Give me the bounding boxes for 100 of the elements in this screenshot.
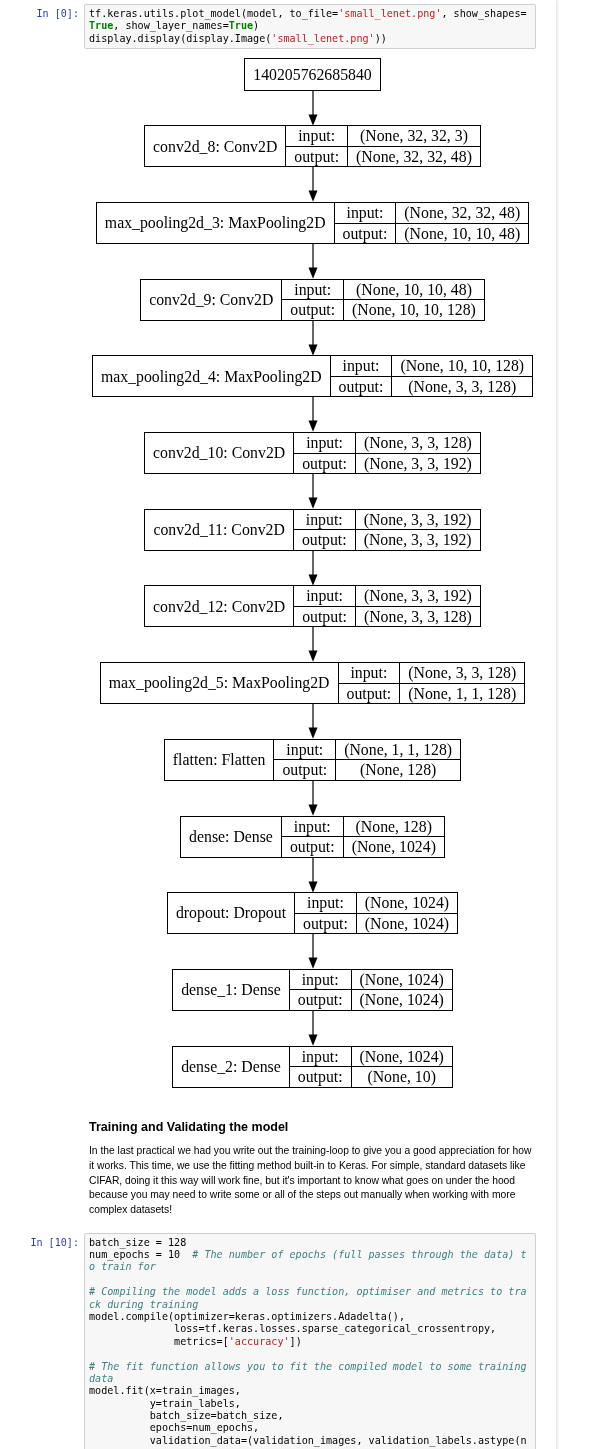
layer-name: dropout: Dropout xyxy=(167,892,295,934)
shape-value: (None, 128) xyxy=(343,816,445,837)
port-label: input: xyxy=(289,1046,352,1067)
port-label: input: xyxy=(293,586,356,607)
shape-value: (None, 10, 10, 48) xyxy=(343,279,485,300)
port-label: output: xyxy=(281,299,344,321)
layer-name: conv2d_8: Conv2D xyxy=(144,125,286,167)
cell-prompt: In [0]: xyxy=(36,7,80,21)
layer-name: conv2d_11: Conv2D xyxy=(144,509,294,551)
port-label: input: xyxy=(281,816,344,837)
code-line: batch_size=batch_size, xyxy=(149,1410,284,1422)
code-line: model.compile(optimizer=keras.optimizers.Adadelta(), xyxy=(89,1310,405,1322)
arrow xyxy=(307,627,318,663)
arrow xyxy=(307,704,318,739)
port-label: output: xyxy=(285,146,348,167)
code-line: tf.keras.utils.plot_model(model, to_file='small_lenet.png', show_shapes= xyxy=(89,8,527,19)
shape-value: (None, 1024) xyxy=(356,892,458,914)
cell-prompt: In [10]: xyxy=(30,1235,80,1250)
layer-name: dense: Dense xyxy=(180,816,282,858)
layer-name: max_pooling2d_3: MaxPooling2D xyxy=(96,202,335,244)
shape-value: (None, 1024) xyxy=(351,989,453,1011)
arrow xyxy=(307,1010,318,1046)
arrow xyxy=(307,167,318,203)
layer-name: conv2d_10: Conv2D xyxy=(144,432,294,474)
shape-value: (None, 3, 3, 128) xyxy=(399,662,525,684)
shape-value: (None, 10, 10, 128) xyxy=(343,299,485,321)
port-label: output: xyxy=(293,453,356,474)
port-label: input: xyxy=(273,739,336,760)
arrow xyxy=(307,550,318,586)
code-line: display.display(display.Image('small_lenet.png')) xyxy=(89,32,387,44)
port-label: output: xyxy=(330,376,392,397)
port-label: output: xyxy=(281,836,344,858)
shape-value: (None, 3, 3, 192) xyxy=(355,586,481,607)
code-line: True, show_layer_names=True) xyxy=(89,20,260,32)
section-heading: Training and Validating the model xyxy=(89,1118,290,1135)
arrow xyxy=(307,780,318,816)
code-line: metrics=['accuracy']) xyxy=(174,1335,302,1347)
port-label: output: xyxy=(293,606,356,627)
shape-value: (None, 32, 32, 48) xyxy=(347,146,481,167)
port-label: input: xyxy=(289,969,352,990)
shape-value: (None, 3, 3, 192) xyxy=(355,509,481,530)
shape-value: (None, 1024) xyxy=(351,1046,453,1067)
shape-value: (None, 1, 1, 128) xyxy=(399,683,525,704)
arrow xyxy=(307,397,318,433)
port-label: output: xyxy=(289,1066,352,1088)
port-label: output: xyxy=(294,913,357,934)
code-line: num_epochs = 10 # The number of epochs (full passes through the data) t xyxy=(89,1249,527,1260)
port-label: input: xyxy=(293,509,356,530)
code-line: batch_size = 128 xyxy=(89,1236,187,1248)
port-label: output: xyxy=(289,989,352,1011)
shape-value: (None, 1024) xyxy=(356,913,458,934)
code-line: data xyxy=(89,1372,114,1384)
shape-value: (None, 32, 32, 3) xyxy=(347,125,481,147)
shape-value: (None, 10, 10, 128) xyxy=(391,355,533,377)
port-label: output: xyxy=(338,683,400,704)
paragraph: In the last practical we had you write out the training-loop to give you a good appreciation for how it works. This time, we use the fitting method built-in to Keras. For simple, standard datasets like CIFAR, doing it this way will work fine, but it's important to know what goes on under the hood because you may need to write some or all of the steps out manually when working with more complex datasets! xyxy=(89,1144,533,1217)
shape-value: (None, 32, 32, 48) xyxy=(395,202,529,224)
shape-value: (None, 3, 3, 128) xyxy=(355,606,481,627)
arrow xyxy=(307,474,318,509)
arrow xyxy=(307,244,318,279)
port-label: input: xyxy=(285,125,348,147)
code-editor[interactable] xyxy=(84,1232,536,1449)
layer-name: max_pooling2d_5: MaxPooling2D xyxy=(100,662,338,704)
layer-name: dense_2: Dense xyxy=(172,1046,290,1088)
port-label: output: xyxy=(334,223,396,244)
layer-name: conv2d_12: Conv2D xyxy=(144,586,294,627)
code-line: y=train_labels, xyxy=(149,1397,241,1409)
layer-name: max_pooling2d_4: MaxPooling2D xyxy=(92,355,331,397)
code-line: ck during training xyxy=(89,1298,199,1310)
layer-name: conv2d_9: Conv2D xyxy=(140,279,282,321)
arrow xyxy=(307,320,318,356)
code-line: epochs=num_epochs, xyxy=(149,1422,260,1434)
port-label: input: xyxy=(281,279,344,300)
layer-name: flatten: Flatten xyxy=(164,739,274,781)
port-label: input: xyxy=(334,202,396,224)
port-label: input: xyxy=(338,662,400,684)
port-label: input: xyxy=(330,355,392,377)
port-label: output: xyxy=(273,759,336,781)
shape-value: (None, 3, 3, 192) xyxy=(355,529,481,551)
code-editor[interactable]: tf.keras.utils.plot_model(model, to_file='small_lenet.png', show_shapes= True, show_layer_names=True) display.display(display.Image('small_lenet.png')) xyxy=(84,4,536,50)
shape-value: (None, 3, 3, 128) xyxy=(355,432,481,454)
shape-value: (None, 1024) xyxy=(351,969,453,990)
shape-value: (None, 1024) xyxy=(343,836,445,858)
arrow xyxy=(307,857,318,893)
shape-value: (None, 10, 10, 48) xyxy=(395,223,529,244)
shape-value: (None, 3, 3, 192) xyxy=(355,453,481,474)
code-line: o train for xyxy=(89,1261,156,1273)
code-line: validation_data=(validation_images, validation_labels.astype(n xyxy=(149,1434,527,1446)
code-line: loss=tf.keras.losses.sparse_categorical_crossentropy, xyxy=(174,1323,497,1335)
code-line: model.fit(x=train_images, xyxy=(89,1385,241,1397)
code-line: # The fit function allows you to fit the compiled model to some training xyxy=(89,1360,527,1372)
shape-value: (None, 1, 1, 128) xyxy=(335,739,461,760)
port-label: input: xyxy=(293,432,356,454)
port-label: input: xyxy=(294,892,357,914)
port-label: output: xyxy=(293,529,356,551)
shape-value: (None, 10) xyxy=(351,1066,453,1088)
arrow xyxy=(307,90,318,126)
layer-name: dense_1: Dense xyxy=(172,969,290,1011)
shape-value: (None, 128) xyxy=(335,759,461,781)
shape-value: (None, 3, 3, 128) xyxy=(391,376,533,397)
